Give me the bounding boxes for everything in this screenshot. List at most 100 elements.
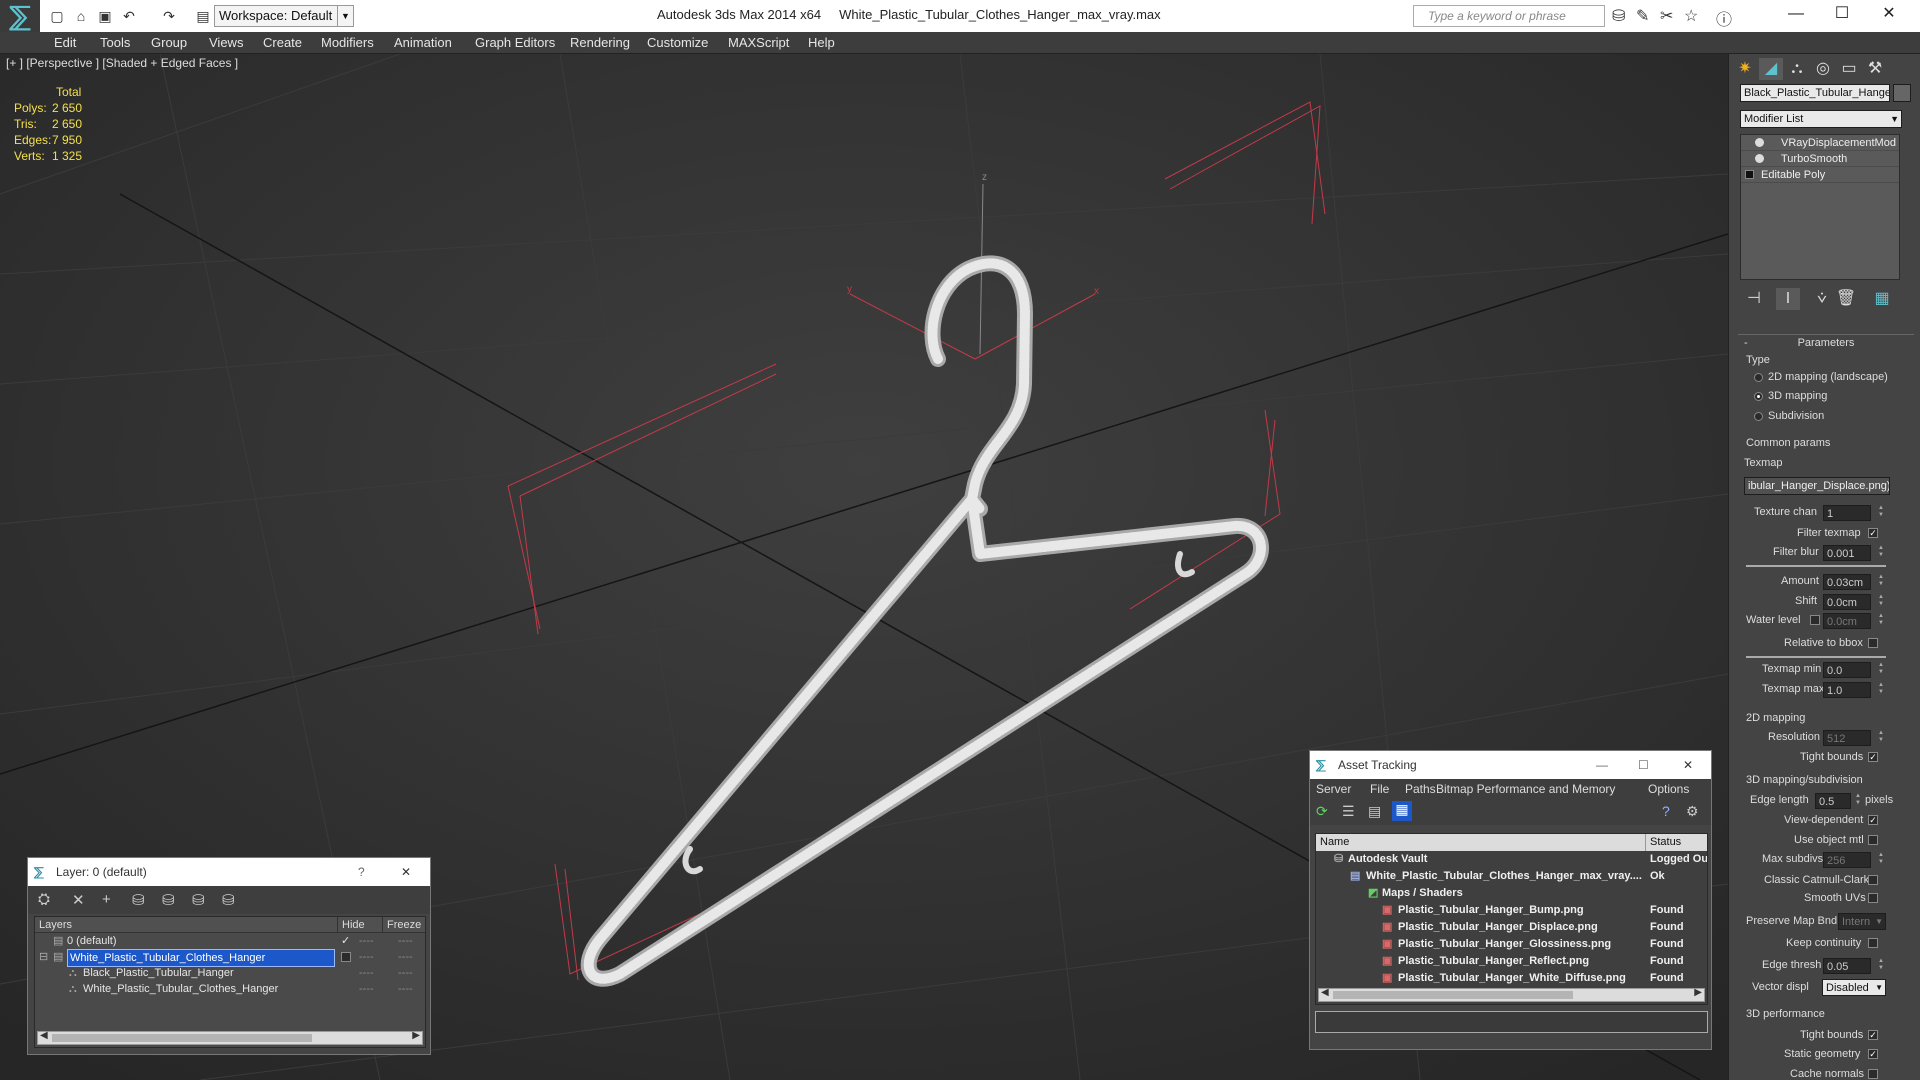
- menu-maxscript[interactable]: MAXScript: [728, 35, 789, 50]
- expand-icon[interactable]: [1745, 170, 1754, 179]
- favorites-star-icon[interactable]: ☆: [1684, 6, 1698, 26]
- menu-modifiers[interactable]: Modifiers: [321, 35, 374, 50]
- communication-center-icon[interactable]: ✎: [1636, 6, 1649, 26]
- scroll-right-icon[interactable]: ▶: [1694, 987, 1702, 998]
- radio-subdivision[interactable]: [1754, 412, 1763, 421]
- remove-modifier-icon[interactable]: 🗑: [1834, 288, 1858, 310]
- relative-bbox-checkbox[interactable]: [1868, 638, 1878, 648]
- help-icon[interactable]: ⓘ: [1716, 6, 1732, 30]
- menu-customize[interactable]: Customize: [647, 35, 708, 50]
- highlight-layer-icon[interactable]: ⛁: [162, 891, 175, 909]
- asset-row[interactable]: ▤ White_Plastic_Tubular_Clothes_Hanger_m…: [1316, 868, 1707, 885]
- spinner-icon[interactable]: ▲ ▼: [1876, 958, 1886, 974]
- motion-tab-icon[interactable]: ◎: [1811, 58, 1835, 80]
- object-name-field[interactable]: Black_Plastic_Tubular_Hanger: [1740, 84, 1890, 102]
- menu-help[interactable]: Help: [808, 35, 835, 50]
- current-layer-checkbox[interactable]: [341, 952, 351, 962]
- new-file-icon[interactable]: ▢: [48, 7, 66, 25]
- radio-2d-mapping[interactable]: [1754, 373, 1763, 382]
- spinner-icon[interactable]: ▲ ▼: [1876, 613, 1886, 629]
- keep-continuity-checkbox[interactable]: [1868, 938, 1878, 948]
- texmap-button[interactable]: ibular_Hanger_Displace.png): [1744, 477, 1890, 495]
- pin-stack-icon[interactable]: ⊣: [1742, 288, 1766, 310]
- col-layers[interactable]: Layers: [39, 917, 72, 933]
- asset-row[interactable]: ▣ Plastic_Tubular_Hanger_Displace.png Fo…: [1316, 919, 1707, 936]
- texture-chan-input[interactable]: 1: [1823, 505, 1871, 521]
- search-input[interactable]: Type a keyword or phrase: [1413, 5, 1605, 27]
- asset-row[interactable]: ▣ Plastic_Tubular_Hanger_Glossiness.png …: [1316, 936, 1707, 953]
- stack-item-editable-poly[interactable]: Editable Poly: [1741, 167, 1899, 183]
- create-layer-icon[interactable]: ⛭: [38, 891, 50, 908]
- layer-object-row[interactable]: ⛬ White_Plastic_Tubular_Clothes_Hanger -…: [35, 981, 425, 997]
- col-hide[interactable]: Hide: [337, 917, 365, 933]
- tight-bounds-checkbox[interactable]: ✓: [1868, 752, 1878, 762]
- hide-toggle[interactable]: ----: [359, 949, 374, 965]
- water-level-input[interactable]: 0.0cm: [1823, 613, 1871, 629]
- layer-row[interactable]: ▤ 0 (default) ✓ ---- ----: [35, 933, 425, 949]
- horizontal-scrollbar[interactable]: ◀ ▶: [1318, 987, 1705, 1002]
- horizontal-scrollbar[interactable]: ◀ ▶: [37, 1030, 423, 1045]
- maximize-button[interactable]: ☐: [1819, 0, 1865, 32]
- add-to-layer-icon[interactable]: +: [102, 891, 111, 908]
- show-end-result-icon[interactable]: I: [1776, 288, 1800, 310]
- close-button[interactable]: ✕: [1866, 0, 1912, 32]
- project-folder-icon[interactable]: ▤: [194, 7, 212, 25]
- utilities-tab-icon[interactable]: ⚒: [1863, 58, 1887, 80]
- texmap-max-input[interactable]: 1.0: [1823, 682, 1871, 698]
- spinner-icon[interactable]: ▲ ▼: [1853, 793, 1863, 809]
- make-unique-icon[interactable]: ⩒: [1810, 288, 1834, 310]
- scroll-right-icon[interactable]: ▶: [412, 1030, 420, 1041]
- edge-length-input[interactable]: 0.5: [1815, 793, 1851, 809]
- asset-menu-bitmap-performance[interactable]: Bitmap Performance and Memory: [1436, 782, 1615, 796]
- spinner-icon[interactable]: ▲ ▼: [1876, 594, 1886, 610]
- spinner-icon[interactable]: ▲ ▼: [1876, 662, 1886, 678]
- modifier-stack[interactable]: VRayDisplacementMod TurboSmooth Editable…: [1740, 134, 1900, 280]
- preserve-map-bnd-dropdown[interactable]: Intern ▼: [1838, 913, 1886, 930]
- workspace-dropdown[interactable]: Workspace: Default ▼: [214, 5, 354, 27]
- spinner-icon[interactable]: ▲ ▼: [1876, 852, 1886, 868]
- list-view-icon[interactable]: ☰: [1342, 803, 1355, 820]
- viewport-label[interactable]: [+ ] [Perspective ] [Shaded + Edged Face…: [6, 56, 238, 70]
- tight-bounds2-checkbox[interactable]: ✓: [1868, 1030, 1878, 1040]
- undo-icon[interactable]: ↶: [120, 7, 138, 25]
- menu-animation[interactable]: Animation: [394, 35, 452, 50]
- minimize-icon[interactable]: —: [1596, 751, 1608, 779]
- menu-create[interactable]: Create: [263, 35, 302, 50]
- scroll-left-icon[interactable]: ◀: [40, 1030, 48, 1041]
- cache-normals-checkbox[interactable]: [1868, 1069, 1878, 1079]
- col-name[interactable]: Name: [1320, 834, 1349, 851]
- layer-object-row[interactable]: ⛬ Black_Plastic_Tubular_Hanger ---- ----: [35, 965, 425, 981]
- asset-menu-paths[interactable]: Paths: [1405, 782, 1436, 796]
- layer-row[interactable]: ⊟ ▤ White_Plastic_Tubular_Clothes_Hanger…: [35, 949, 425, 967]
- freeze-toggle[interactable]: ----: [398, 981, 413, 997]
- collapse-icon[interactable]: ⊟: [39, 949, 48, 965]
- object-color-swatch[interactable]: [1893, 84, 1911, 102]
- freeze-toggle[interactable]: ----: [398, 965, 413, 981]
- vector-displ-dropdown[interactable]: Disabled ▼: [1822, 979, 1886, 996]
- asset-window-titlebar[interactable]: ⅀ Asset Tracking — ☐ ✕: [1310, 751, 1711, 779]
- refresh-icon[interactable]: ⟳: [1316, 803, 1328, 820]
- freeze-all-icon[interactable]: ⛁: [222, 891, 235, 909]
- menu-group[interactable]: Group: [151, 35, 187, 50]
- current-layer-check-icon[interactable]: ✓: [341, 933, 350, 949]
- configure-sets-icon[interactable]: ▦: [1870, 288, 1894, 310]
- hierarchy-tab-icon[interactable]: ⛬: [1785, 58, 1809, 80]
- asset-path-field[interactable]: [1315, 1011, 1708, 1033]
- redo-icon[interactable]: ↷: [160, 7, 178, 25]
- amount-input[interactable]: 0.03cm: [1823, 574, 1871, 590]
- freeze-toggle[interactable]: ----: [398, 933, 413, 949]
- asset-menu-file[interactable]: File: [1370, 782, 1389, 796]
- spinner-icon[interactable]: ▲ ▼: [1876, 505, 1886, 521]
- col-status[interactable]: Status: [1645, 834, 1681, 851]
- texmap-min-input[interactable]: 0.0: [1823, 662, 1871, 678]
- menu-views[interactable]: Views: [209, 35, 243, 50]
- edge-thresh-input[interactable]: 0.05: [1823, 958, 1871, 974]
- hide-toggle[interactable]: ----: [359, 981, 374, 997]
- binoculars-icon[interactable]: ⛁: [1612, 6, 1625, 26]
- asset-row[interactable]: ▣ Plastic_Tubular_Hanger_White_Diffuse.p…: [1316, 970, 1707, 987]
- hide-all-icon[interactable]: ⛁: [192, 891, 205, 909]
- spinner-icon[interactable]: ▲ ▼: [1876, 730, 1886, 746]
- asset-row[interactable]: ⛁ Autodesk Vault Logged Ou: [1316, 851, 1707, 868]
- asset-row[interactable]: ▣ Plastic_Tubular_Hanger_Bump.png Found: [1316, 902, 1707, 919]
- scroll-left-icon[interactable]: ◀: [1321, 987, 1329, 998]
